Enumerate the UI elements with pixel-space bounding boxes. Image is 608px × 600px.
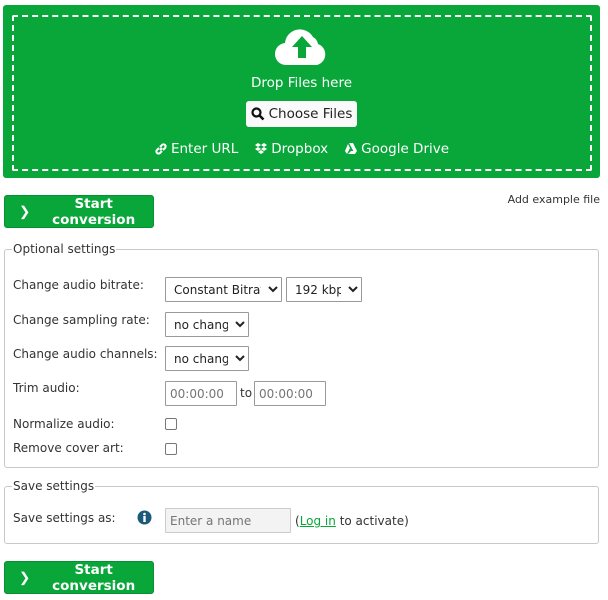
login-link[interactable]: Log in	[300, 514, 336, 528]
start-conversion-button-bottom[interactable]: ❯ Start conversion	[4, 561, 154, 594]
cloud-upload-icon	[275, 29, 326, 66]
choose-files-button[interactable]: Choose Files	[246, 101, 357, 127]
chevron-right-icon: ❯	[19, 203, 31, 220]
sampling-rate-label: Change sampling rate:	[13, 313, 150, 327]
google-drive-link[interactable]: Google Drive	[344, 141, 449, 157]
audio-channels-label: Change audio channels:	[13, 347, 158, 361]
choose-files-label: Choose Files	[268, 106, 353, 122]
chevron-right-icon: ❯	[19, 569, 31, 586]
google-drive-label: Google Drive	[361, 141, 450, 157]
enter-url-label: Enter URL	[170, 141, 239, 157]
start-conversion-label: Start conversion	[52, 561, 136, 594]
file-drop-zone[interactable]: Drop Files here Choose Files Enter URL D…	[3, 5, 600, 178]
google-drive-icon	[345, 143, 358, 154]
info-icon[interactable]	[137, 510, 152, 525]
dropbox-label: Dropbox	[271, 141, 329, 157]
trim-start-input[interactable]	[165, 381, 237, 406]
bitrate-value-select[interactable]: 192 kbps	[286, 277, 362, 302]
normalize-audio-checkbox[interactable]	[165, 418, 177, 430]
trim-to-text: to	[240, 386, 253, 400]
trim-end-input[interactable]	[254, 381, 326, 406]
start-conversion-label: Start conversion	[52, 195, 136, 228]
dropbox-link[interactable]: Dropbox	[254, 141, 328, 157]
save-settings-label: Save settings as:	[13, 511, 116, 525]
search-icon	[251, 107, 265, 121]
link-icon	[155, 143, 167, 155]
add-example-file-link[interactable]: Add example file	[508, 193, 600, 206]
bitrate-mode-select[interactable]: Constant Bitrate	[165, 277, 282, 302]
remove-cover-art-label: Remove cover art:	[13, 441, 124, 455]
audio-channels-select[interactable]: no change	[165, 346, 249, 371]
login-suffix: to activate)	[335, 514, 409, 528]
bitrate-label: Change audio bitrate:	[13, 278, 144, 292]
remove-cover-art-checkbox[interactable]	[165, 443, 177, 455]
drop-files-text: Drop Files here	[250, 75, 353, 91]
enter-url-link[interactable]: Enter URL	[154, 141, 238, 157]
save-settings-legend: Save settings	[13, 479, 95, 493]
normalize-audio-label: Normalize audio:	[13, 417, 115, 431]
settings-name-input[interactable]	[165, 508, 291, 533]
trim-audio-label: Trim audio:	[13, 381, 80, 395]
start-conversion-button-top[interactable]: ❯ Start conversion	[4, 195, 154, 228]
optional-settings-legend: Optional settings	[13, 242, 116, 256]
dropbox-icon	[255, 143, 268, 154]
sampling-rate-select[interactable]: no change	[165, 312, 249, 337]
